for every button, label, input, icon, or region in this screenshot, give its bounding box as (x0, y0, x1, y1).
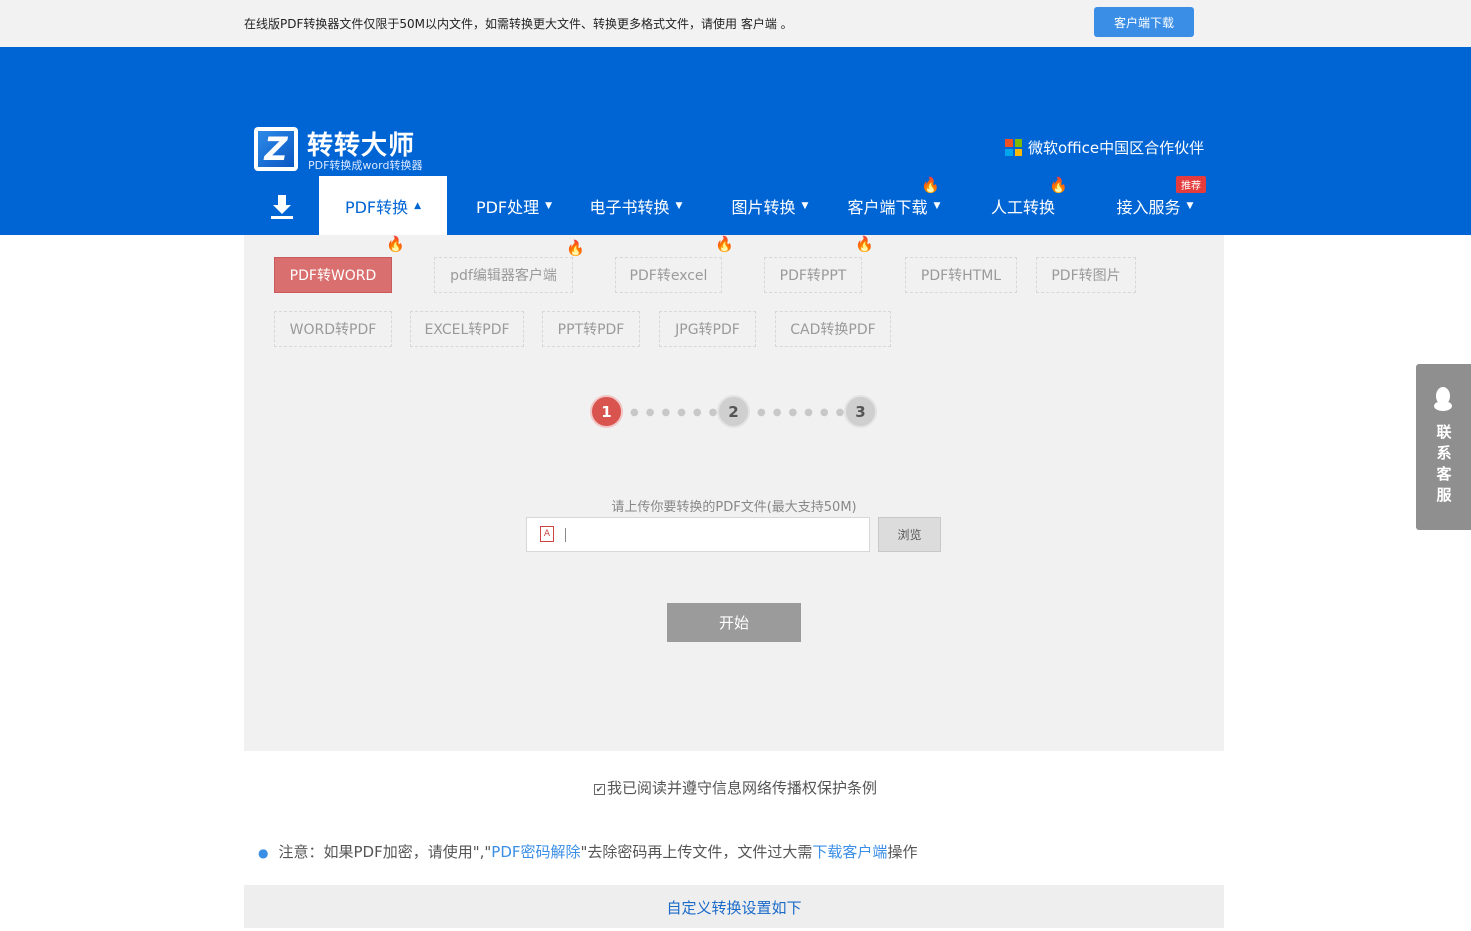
customer-service-label: 联系客服 (1436, 423, 1452, 504)
nav-pdf-process[interactable]: PDF处理 ▼ (462, 176, 566, 235)
bullet-dot-icon: ● (258, 846, 269, 860)
main-nav: PDF转换 ▲ PDF处理 ▼ 电子书转换 ▼ 图片转换 ▼ 客户端下载 ▼ 🔥… (244, 176, 1224, 235)
agreement-row: ✔ 我已阅读并遵守信息网络传播权保护条例 (0, 777, 1471, 798)
encryption-note: ● 注意：如果PDF加密，请使用","PDF密码解除"去除密码再上传文件，文件过大… (258, 841, 917, 862)
top-notice-bar: 在线版PDF转换器文件仅限于50M以内文件，如需转换更大文件、转换更多格式文件，… (0, 0, 1471, 47)
caret-down-icon: ▼ (675, 200, 683, 211)
agreement-text[interactable]: 我已阅读并遵守信息网络传播权保护条例 (607, 779, 877, 797)
tool-pdf-to-html[interactable]: PDF转HTML (905, 257, 1017, 293)
note-middle: "去除密码再上传文件，文件过大需 (580, 843, 813, 861)
partner-text: 微软office中国区合作伙伴 (1028, 139, 1205, 157)
progress-steps: 1 ●●●●●●● 2 ●●●●●●● 3 (590, 395, 878, 429)
pdf-file-icon: A (540, 526, 554, 542)
nav-label: PDF转换 (344, 197, 409, 217)
step-3: 3 (844, 395, 877, 428)
caret-down-icon: ▼ (545, 200, 553, 211)
tool-word-to-pdf[interactable]: WORD转PDF (274, 311, 392, 347)
ms-partner: 微软office中国区合作伙伴 (1005, 137, 1204, 158)
tool-jpg-to-pdf[interactable]: JPG转PDF (659, 311, 756, 347)
custom-settings-bar[interactable]: 自定义转换设置如下 (244, 885, 1224, 928)
client-download-button[interactable]: 客户端下载 (1094, 7, 1194, 37)
tool-pdf-to-word[interactable]: PDF转WORD (274, 257, 392, 293)
customer-service-float[interactable]: 联系客服 (1416, 364, 1471, 530)
nav-ebook-convert[interactable]: 电子书转换 ▼ (582, 176, 690, 235)
tool-ppt-to-pdf[interactable]: PPT转PDF (542, 311, 640, 347)
caret-down-icon: ▼ (933, 200, 941, 211)
logo[interactable]: Z (254, 127, 298, 171)
nav-label: 电子书转换 (589, 197, 670, 217)
fire-icon: 🔥 (921, 176, 940, 194)
nav-label: 接入服务 (1116, 197, 1181, 217)
fire-icon: 🔥 (386, 235, 405, 253)
start-button[interactable]: 开始 (667, 603, 801, 642)
caret-up-icon: ▲ (414, 200, 422, 211)
pdf-password-remove-link[interactable]: PDF密码解除 (491, 843, 580, 861)
tool-pdf-to-image[interactable]: PDF转图片 (1036, 257, 1136, 293)
file-path-input[interactable]: A (526, 517, 870, 552)
converter-panel: PDF转WORD 🔥 pdf编辑器客户端 🔥 PDF转excel 🔥 PDF转P… (244, 235, 1224, 751)
caret-down-icon: ▼ (801, 200, 809, 211)
tool-pdf-editor-client[interactable]: pdf编辑器客户端 (434, 257, 573, 293)
caret-down-icon: ▼ (1186, 200, 1194, 211)
tool-excel-to-pdf[interactable]: EXCEL转PDF (410, 311, 524, 347)
download-client-link[interactable]: 下载客户端 (812, 843, 887, 861)
upload-label: 请上传你要转换的PDF文件(最大支持50M) (611, 500, 857, 515)
text-cursor (565, 528, 566, 542)
fire-icon: 🔥 (715, 235, 734, 253)
nav-image-convert[interactable]: 图片转换 ▼ (722, 176, 818, 235)
brand-subtitle: PDF转换成word转换器 (308, 159, 423, 172)
recommend-badge: 推荐 (1176, 176, 1206, 193)
notice-text: 在线版PDF转换器文件仅限于50M以内文件，如需转换更大文件、转换更多格式文件，… (244, 17, 793, 31)
note-suffix: 操作 (887, 843, 918, 861)
tool-pdf-to-ppt[interactable]: PDF转PPT (764, 257, 862, 293)
agreement-checkbox[interactable]: ✔ (593, 784, 605, 795)
logo-z-icon: Z (258, 131, 294, 167)
fire-icon: 🔥 (1049, 176, 1068, 194)
qq-penguin-icon (1431, 386, 1455, 414)
nav-label: PDF处理 (475, 197, 540, 217)
tool-pdf-to-excel[interactable]: PDF转excel (615, 257, 722, 293)
note-prefix: 注意：如果PDF加密，请使用"," (278, 843, 492, 861)
fire-icon: 🔥 (566, 239, 585, 257)
tool-cad-to-pdf[interactable]: CAD转换PDF (775, 311, 891, 347)
nav-label: 图片转换 (731, 197, 796, 217)
microsoft-logo-icon (1005, 139, 1022, 156)
download-icon[interactable] (268, 192, 296, 220)
browse-button[interactable]: 浏览 (878, 517, 941, 552)
fire-icon: 🔥 (855, 235, 874, 253)
nav-label: 客户端下载 (847, 197, 928, 217)
nav-pdf-convert[interactable]: PDF转换 ▲ (319, 176, 447, 235)
step-2: 2 (717, 395, 750, 428)
step-1: 1 (590, 395, 623, 428)
nav-label: 人工转换 (990, 197, 1055, 217)
